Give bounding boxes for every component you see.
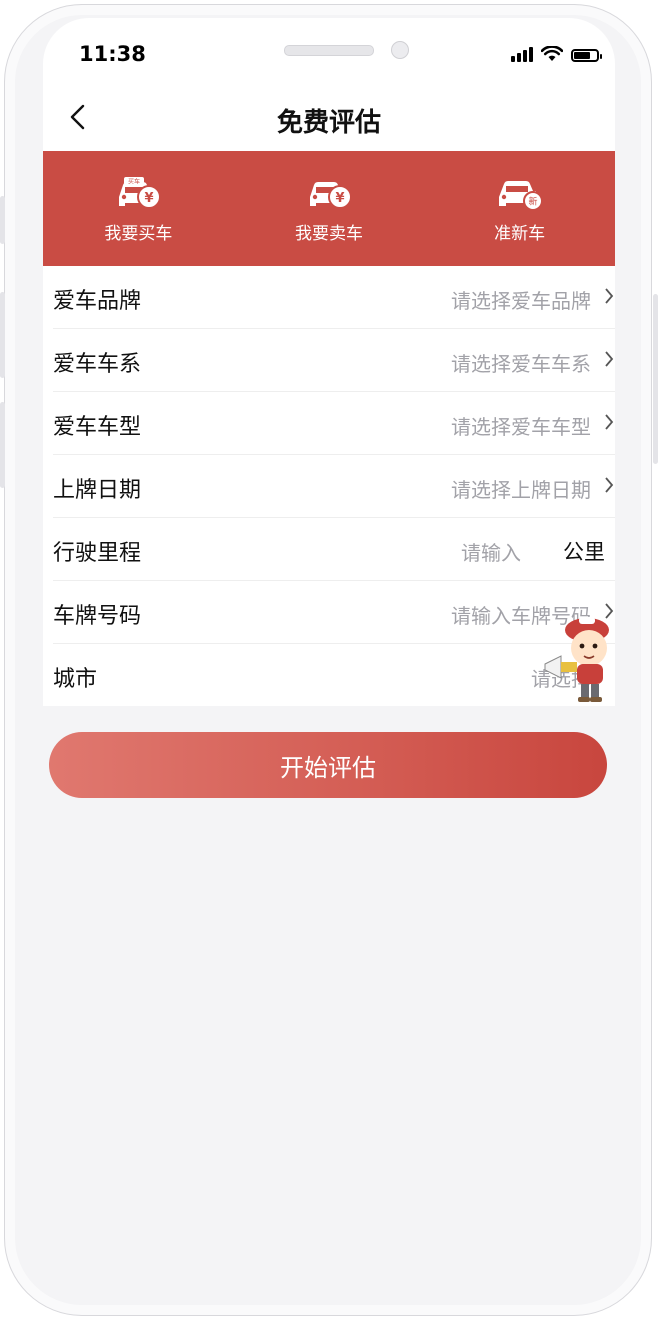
side-button-volume-up <box>0 292 5 378</box>
series-row[interactable]: 爱车车系 请选择爱车车系 <box>53 329 615 392</box>
city-label: 城市 <box>53 667 98 692</box>
mileage-label: 行驶里程 <box>53 541 142 566</box>
mascot-icon[interactable] <box>541 614 615 706</box>
page-title: 免费评估 <box>276 108 381 138</box>
side-button-power <box>653 294 658 464</box>
brand-row[interactable]: 爱车品牌 请选择爱车品牌 <box>53 266 615 329</box>
mileage-unit: 公里 <box>563 540 605 564</box>
plate-number-row: 车牌号码 请输入车牌号码 <box>53 581 615 644</box>
svg-text:新: 新 <box>528 196 537 208</box>
app-screen: 11:38 免费评估 买车 ¥ 我要买车 ¥ 我要卖车 新 准新车 爱车品牌 请… <box>43 18 615 1280</box>
svg-text:¥: ¥ <box>335 191 344 206</box>
side-button-volume-down <box>0 402 5 488</box>
svg-text:¥: ¥ <box>145 191 154 206</box>
front-camera <box>391 41 409 59</box>
registration-date-row[interactable]: 上牌日期 请选择上牌日期 <box>53 455 615 518</box>
tab-sell-car[interactable]: ¥ 我要卖车 <box>234 151 425 266</box>
model-select[interactable]: 请选择爱车车型 <box>451 411 591 440</box>
status-icons <box>511 46 602 62</box>
speaker-grille <box>284 45 374 56</box>
status-bar: 11:38 <box>43 18 615 88</box>
service-tabs: 买车 ¥ 我要买车 ¥ 我要卖车 新 准新车 <box>43 151 615 266</box>
series-label: 爱车车系 <box>53 352 142 377</box>
chevron-right-icon <box>605 351 614 367</box>
wifi-icon <box>541 46 563 61</box>
series-select[interactable]: 请选择爱车车系 <box>451 348 591 377</box>
signal-icon <box>511 46 533 62</box>
chevron-right-icon <box>605 477 614 493</box>
registration-date-label: 上牌日期 <box>53 478 142 503</box>
sell-car-icon: ¥ <box>310 182 352 209</box>
brand-select[interactable]: 请选择爱车品牌 <box>451 285 591 314</box>
evaluation-form: 爱车品牌 请选择爱车品牌 爱车车系 请选择爱车车系 爱车车型 请选择爱车车型 上… <box>43 266 615 706</box>
nav-bar: 免费评估 <box>43 88 615 150</box>
battery-icon <box>571 49 602 62</box>
tab-buy-car-label: 我要买车 <box>104 224 173 244</box>
status-time: 11:38 <box>79 42 146 66</box>
chevron-right-icon <box>605 288 614 304</box>
tab-buy-car[interactable]: 买车 ¥ 我要买车 <box>43 151 234 266</box>
tab-new-car[interactable]: 新 准新车 <box>424 151 615 266</box>
model-label: 爱车车型 <box>53 415 142 440</box>
start-evaluation-button[interactable]: 开始评估 <box>49 732 607 798</box>
brand-label: 爱车品牌 <box>53 289 142 314</box>
buy-car-icon: 买车 ¥ <box>119 177 162 209</box>
mileage-row: 行驶里程 请输入 公里 <box>53 518 615 581</box>
svg-text:买车: 买车 <box>128 178 140 186</box>
tab-sell-car-label: 我要卖车 <box>295 224 363 244</box>
city-row[interactable]: 城市 请选择 <box>53 644 615 706</box>
new-car-icon: 新 <box>498 181 543 211</box>
mileage-input[interactable]: 请输入 <box>461 537 521 566</box>
model-row[interactable]: 爱车车型 请选择爱车车型 <box>53 392 615 455</box>
chevron-right-icon <box>605 414 614 430</box>
side-button-mute <box>0 196 5 244</box>
registration-date-select[interactable]: 请选择上牌日期 <box>451 474 591 503</box>
tab-new-car-label: 准新车 <box>494 224 546 244</box>
plate-number-label: 车牌号码 <box>53 604 142 629</box>
